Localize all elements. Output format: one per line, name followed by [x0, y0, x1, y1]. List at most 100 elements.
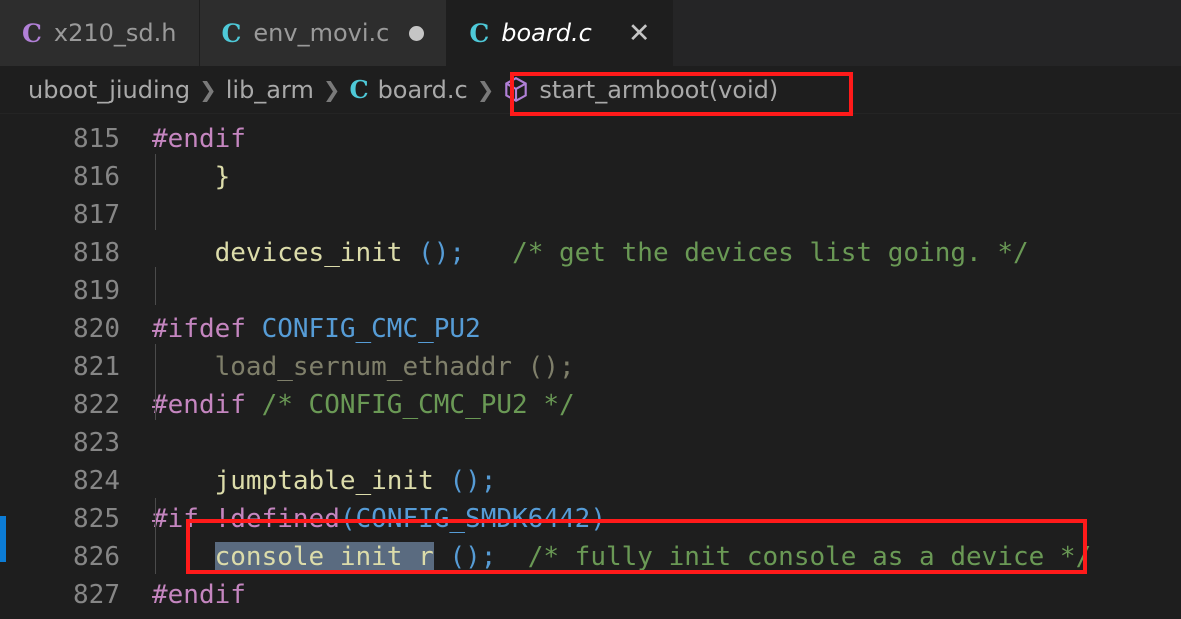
- tab-bar-empty-space: [673, 0, 1181, 66]
- breadcrumb: uboot_jiuding ❯ lib_arm ❯ Cboard.c ❯ start_arm…: [0, 66, 1181, 114]
- line-number: 816: [73, 162, 120, 192]
- line-number: 819: [73, 276, 120, 306]
- code-line[interactable]: 824 jumptable_init ();: [0, 462, 1181, 500]
- code-line[interactable]: 823: [0, 424, 1181, 462]
- editor-tab-label: board.c: [501, 19, 592, 47]
- code-line[interactable]: 828: [0, 614, 1181, 619]
- code-editor[interactable]: 815 #endif 816 } 817 818 devices_init (); /*…: [0, 114, 1181, 619]
- editor-tab-label: x210_sd.h: [53, 19, 177, 47]
- code-line-text: #endif: [152, 120, 246, 158]
- c-file-icon: C: [469, 18, 490, 48]
- breadcrumb-label: board.c: [377, 75, 468, 104]
- breadcrumb-item-board-c[interactable]: Cboard.c: [349, 75, 467, 104]
- breadcrumb-label: start_armboot(void): [539, 75, 779, 104]
- indent-guide: [155, 267, 156, 305]
- code-token: #endif: [152, 580, 246, 610]
- code-line-text: #endif /* CONFIG_CMC_PU2 */: [152, 386, 575, 424]
- code-token: (: [339, 504, 356, 534]
- code-token: CONFIG_CMC_PU2: [261, 314, 481, 344]
- code-token: #if: [152, 504, 199, 534]
- code-line[interactable]: 822 #endif /* CONFIG_CMC_PU2 */: [0, 386, 1181, 424]
- indent-guide: [155, 344, 156, 420]
- line-number: 828: [0, 614, 120, 619]
- code-line-text: devices_init (); /* get the devices list…: [152, 234, 1029, 272]
- code-line[interactable]: 817: [0, 196, 1181, 234]
- editor-tab-label: env_movi.c: [253, 19, 390, 47]
- indent-guide: [155, 498, 156, 574]
- breadcrumb-label: uboot_jiuding: [28, 75, 191, 104]
- line-number: 824: [73, 466, 120, 496]
- code-token: jumptable_init: [214, 466, 434, 496]
- chevron-right-icon: ❯: [322, 77, 341, 102]
- code-line-text: jumptable_init ();: [152, 462, 497, 500]
- code-line[interactable]: 816 }: [0, 158, 1181, 196]
- code-line-text: #endif: [152, 576, 246, 614]
- breadcrumb-item-uboot-jiuding[interactable]: uboot_jiuding: [28, 76, 190, 104]
- code-line[interactable]: 818 devices_init (); /* get the devices …: [0, 234, 1181, 272]
- line-number: 826: [73, 542, 120, 572]
- code-line[interactable]: 819: [0, 272, 1181, 310]
- c-file-icon: C: [221, 18, 242, 48]
- code-line[interactable]: 821 load_sernum_ethaddr ();: [0, 348, 1181, 386]
- code-token: ();: [449, 466, 497, 496]
- line-number: 822: [73, 390, 120, 420]
- chevron-right-icon: ❯: [476, 77, 495, 102]
- breadcrumb-item-lib-arm[interactable]: lib_arm: [226, 76, 314, 104]
- editor-tab-x210-sd-h[interactable]: Cx210_sd.h: [0, 0, 200, 66]
- breadcrumb-item-start-armboot-void-[interactable]: start_armboot(void): [503, 76, 778, 104]
- line-number: 815: [73, 124, 120, 154]
- code-line-text: #if !defined(CONFIG_SMDK6442): [152, 500, 606, 538]
- code-line[interactable]: 826 console_init_r (); /* fully init con…: [0, 538, 1181, 576]
- close-icon[interactable]: ✕: [628, 20, 651, 47]
- code-token: console_init_r: [214, 542, 434, 572]
- code-token: ();: [418, 238, 466, 268]
- code-token: load_sernum_ethaddr ();: [152, 352, 575, 382]
- indent-guide: [155, 154, 156, 230]
- c-file-icon: C: [22, 18, 42, 48]
- line-number: 825: [73, 504, 120, 534]
- code-line[interactable]: 827 #endif: [0, 576, 1181, 614]
- code-token: devices_init: [214, 238, 403, 268]
- line-number: 820: [73, 314, 120, 344]
- line-number: 818: [73, 238, 120, 268]
- code-token: #endif: [152, 390, 246, 420]
- code-token: #endif: [152, 124, 246, 154]
- symbol-cube-icon: [503, 76, 529, 104]
- code-line-text: #ifdef CONFIG_CMC_PU2: [152, 310, 481, 348]
- line-number: 817: [73, 200, 120, 230]
- code-token: !defined: [214, 504, 340, 534]
- code-line[interactable]: 820 #ifdef CONFIG_CMC_PU2: [0, 310, 1181, 348]
- code-token: /* get the devices list going. */: [512, 238, 1029, 268]
- code-token: ): [590, 504, 606, 534]
- code-token: #ifdef: [152, 314, 246, 344]
- code-token: }: [152, 162, 231, 192]
- code-token: /* CONFIG_CMC_PU2 */: [261, 390, 575, 420]
- code-token: CONFIG_SMDK6442: [355, 504, 591, 534]
- code-token: ();: [449, 542, 497, 572]
- code-line-text: load_sernum_ethaddr ();: [152, 348, 575, 386]
- line-number: 827: [73, 580, 120, 610]
- unsaved-changes-dot-icon[interactable]: [409, 25, 425, 41]
- chevron-right-icon: ❯: [199, 77, 217, 102]
- line-number: 821: [73, 352, 120, 382]
- editor-tab-board-c[interactable]: Cboard.c ✕: [447, 0, 674, 66]
- breadcrumb-label: lib_arm: [225, 75, 314, 104]
- line-number: 823: [73, 428, 120, 458]
- editor-tab-bar: Cx210_sd.h Cenv_movi.c Cboard.c ✕: [0, 0, 1181, 66]
- code-line[interactable]: 815 #endif: [0, 120, 1181, 158]
- code-line-text: }: [152, 158, 231, 196]
- editor-tab-env-movi-c[interactable]: Cenv_movi.c: [199, 0, 448, 66]
- vscode-editor-window: Cx210_sd.h Cenv_movi.c Cboard.c ✕ uboot_jiu…: [0, 0, 1181, 619]
- code-line[interactable]: 825 #if !defined(CONFIG_SMDK6442): [0, 500, 1181, 538]
